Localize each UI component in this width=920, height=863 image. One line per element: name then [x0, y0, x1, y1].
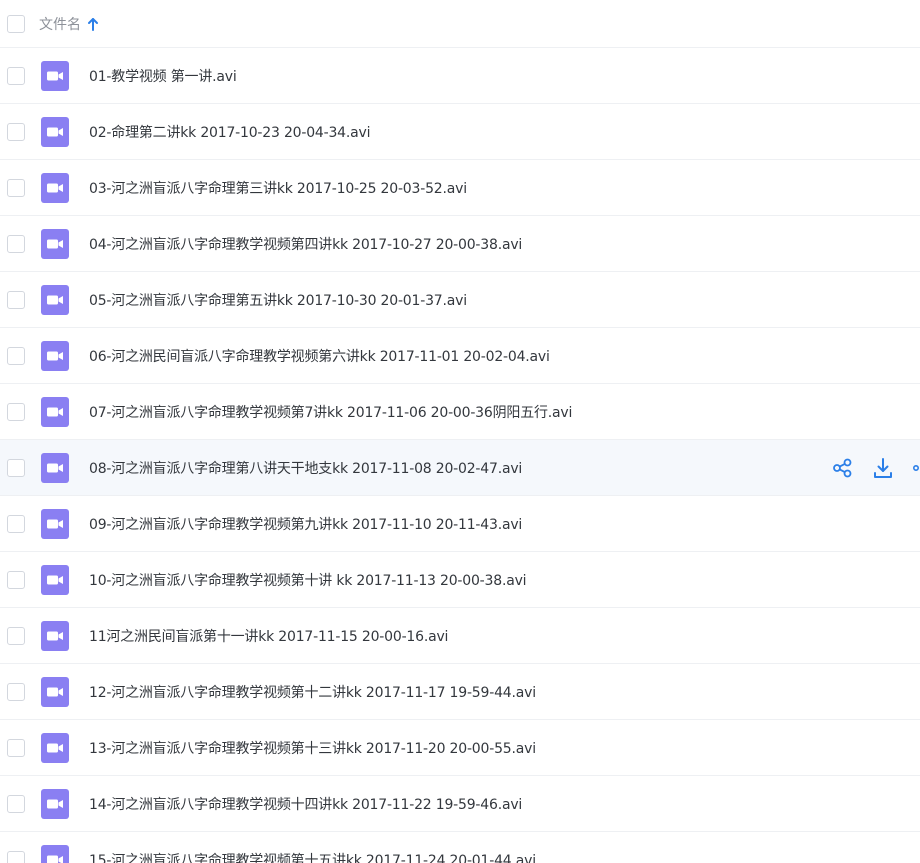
sort-by-filename[interactable]: 文件名 [39, 14, 99, 34]
file-row[interactable]: 08-河之洲盲派八字命理第八讲天干地支kk 2017-11-08 20-02-4… [0, 440, 920, 496]
video-file-icon [41, 228, 69, 259]
file-name[interactable]: 15-河之洲盲派八字命理教学视频第十五讲kk 2017-11-24 20-01-… [89, 850, 536, 863]
video-file-icon [41, 620, 69, 651]
share-icon[interactable] [832, 457, 854, 479]
video-file-icon [41, 172, 69, 203]
file-name[interactable]: 02-命理第二讲kk 2017-10-23 20-04-34.avi [89, 122, 370, 142]
file-name[interactable]: 04-河之洲盲派八字命理教学视频第四讲kk 2017-10-27 20-00-3… [89, 234, 522, 254]
video-file-icon [41, 452, 69, 483]
file-row[interactable]: 14-河之洲盲派八字命理教学视频十四讲kk 2017-11-22 19-59-4… [0, 776, 920, 832]
row-checkbox[interactable] [7, 346, 25, 365]
select-all-checkbox[interactable] [7, 14, 25, 33]
video-file-icon [41, 396, 69, 427]
video-file-icon [41, 676, 69, 707]
list-header: 文件名 [0, 0, 920, 48]
row-checkbox[interactable] [7, 626, 25, 645]
file-list: 文件名 01-教学视频 第一讲.avi 02-命理第二讲kk 2017-10-2… [0, 0, 920, 863]
file-row[interactable]: 05-河之洲盲派八字命理第五讲kk 2017-10-30 20-01-37.av… [0, 272, 920, 328]
file-row[interactable]: 06-河之洲民间盲派八字命理教学视频第六讲kk 2017-11-01 20-02… [0, 328, 920, 384]
file-rows: 01-教学视频 第一讲.avi 02-命理第二讲kk 2017-10-23 20… [0, 48, 920, 863]
video-file-icon [41, 732, 69, 763]
file-name[interactable]: 09-河之洲盲派八字命理教学视频第九讲kk 2017-11-10 20-11-4… [89, 514, 522, 534]
file-name[interactable]: 12-河之洲盲派八字命理教学视频第十二讲kk 2017-11-17 19-59-… [89, 682, 536, 702]
row-checkbox[interactable] [7, 66, 25, 85]
row-checkbox[interactable] [7, 850, 25, 863]
file-name[interactable]: 07-河之洲盲派八字命理教学视频第7讲kk 2017-11-06 20-00-3… [89, 402, 572, 422]
file-row[interactable]: 10-河之洲盲派八字命理教学视频第十讲 kk 2017-11-13 20-00-… [0, 552, 920, 608]
file-row[interactable]: 15-河之洲盲派八字命理教学视频第十五讲kk 2017-11-24 20-01-… [0, 832, 920, 863]
file-name[interactable]: 10-河之洲盲派八字命理教学视频第十讲 kk 2017-11-13 20-00-… [89, 570, 527, 590]
video-file-icon [41, 116, 69, 147]
file-name[interactable]: 03-河之洲盲派八字命理第三讲kk 2017-10-25 20-03-52.av… [89, 178, 467, 198]
video-file-icon [41, 508, 69, 539]
file-row[interactable]: 07-河之洲盲派八字命理教学视频第7讲kk 2017-11-06 20-00-3… [0, 384, 920, 440]
file-row[interactable]: 09-河之洲盲派八字命理教学视频第九讲kk 2017-11-10 20-11-4… [0, 496, 920, 552]
row-checkbox[interactable] [7, 234, 25, 253]
column-header-filename: 文件名 [39, 16, 81, 33]
row-checkbox[interactable] [7, 458, 25, 477]
file-row[interactable]: 12-河之洲盲派八字命理教学视频第十二讲kk 2017-11-17 19-59-… [0, 664, 920, 720]
row-checkbox[interactable] [7, 570, 25, 589]
file-row[interactable]: 03-河之洲盲派八字命理第三讲kk 2017-10-25 20-03-52.av… [0, 160, 920, 216]
row-checkbox[interactable] [7, 178, 25, 197]
more-icon[interactable] [912, 457, 920, 479]
video-file-icon [41, 60, 69, 91]
video-file-icon [41, 844, 69, 863]
download-icon[interactable] [872, 457, 894, 479]
file-row[interactable]: 11河之洲民间盲派第十一讲kk 2017-11-15 20-00-16.avi [0, 608, 920, 664]
file-name[interactable]: 05-河之洲盲派八字命理第五讲kk 2017-10-30 20-01-37.av… [89, 290, 467, 310]
row-checkbox[interactable] [7, 290, 25, 309]
row-checkbox[interactable] [7, 794, 25, 813]
file-row[interactable]: 02-命理第二讲kk 2017-10-23 20-04-34.avi [0, 104, 920, 160]
row-checkbox[interactable] [7, 682, 25, 701]
file-name[interactable]: 11河之洲民间盲派第十一讲kk 2017-11-15 20-00-16.avi [89, 626, 448, 646]
file-row[interactable]: 01-教学视频 第一讲.avi [0, 48, 920, 104]
file-name[interactable]: 08-河之洲盲派八字命理第八讲天干地支kk 2017-11-08 20-02-4… [89, 458, 522, 478]
video-file-icon [41, 340, 69, 371]
file-name[interactable]: 14-河之洲盲派八字命理教学视频十四讲kk 2017-11-22 19-59-4… [89, 794, 522, 814]
row-actions [814, 440, 920, 496]
file-name[interactable]: 06-河之洲民间盲派八字命理教学视频第六讲kk 2017-11-01 20-02… [89, 346, 550, 366]
row-checkbox[interactable] [7, 402, 25, 421]
video-file-icon [41, 284, 69, 315]
arrow-up-icon [87, 17, 99, 31]
file-row[interactable]: 04-河之洲盲派八字命理教学视频第四讲kk 2017-10-27 20-00-3… [0, 216, 920, 272]
video-file-icon [41, 564, 69, 595]
file-name[interactable]: 01-教学视频 第一讲.avi [89, 66, 237, 86]
file-row[interactable]: 13-河之洲盲派八字命理教学视频第十三讲kk 2017-11-20 20-00-… [0, 720, 920, 776]
row-checkbox[interactable] [7, 738, 25, 757]
row-checkbox[interactable] [7, 122, 25, 141]
row-checkbox[interactable] [7, 514, 25, 533]
file-name[interactable]: 13-河之洲盲派八字命理教学视频第十三讲kk 2017-11-20 20-00-… [89, 738, 536, 758]
video-file-icon [41, 788, 69, 819]
